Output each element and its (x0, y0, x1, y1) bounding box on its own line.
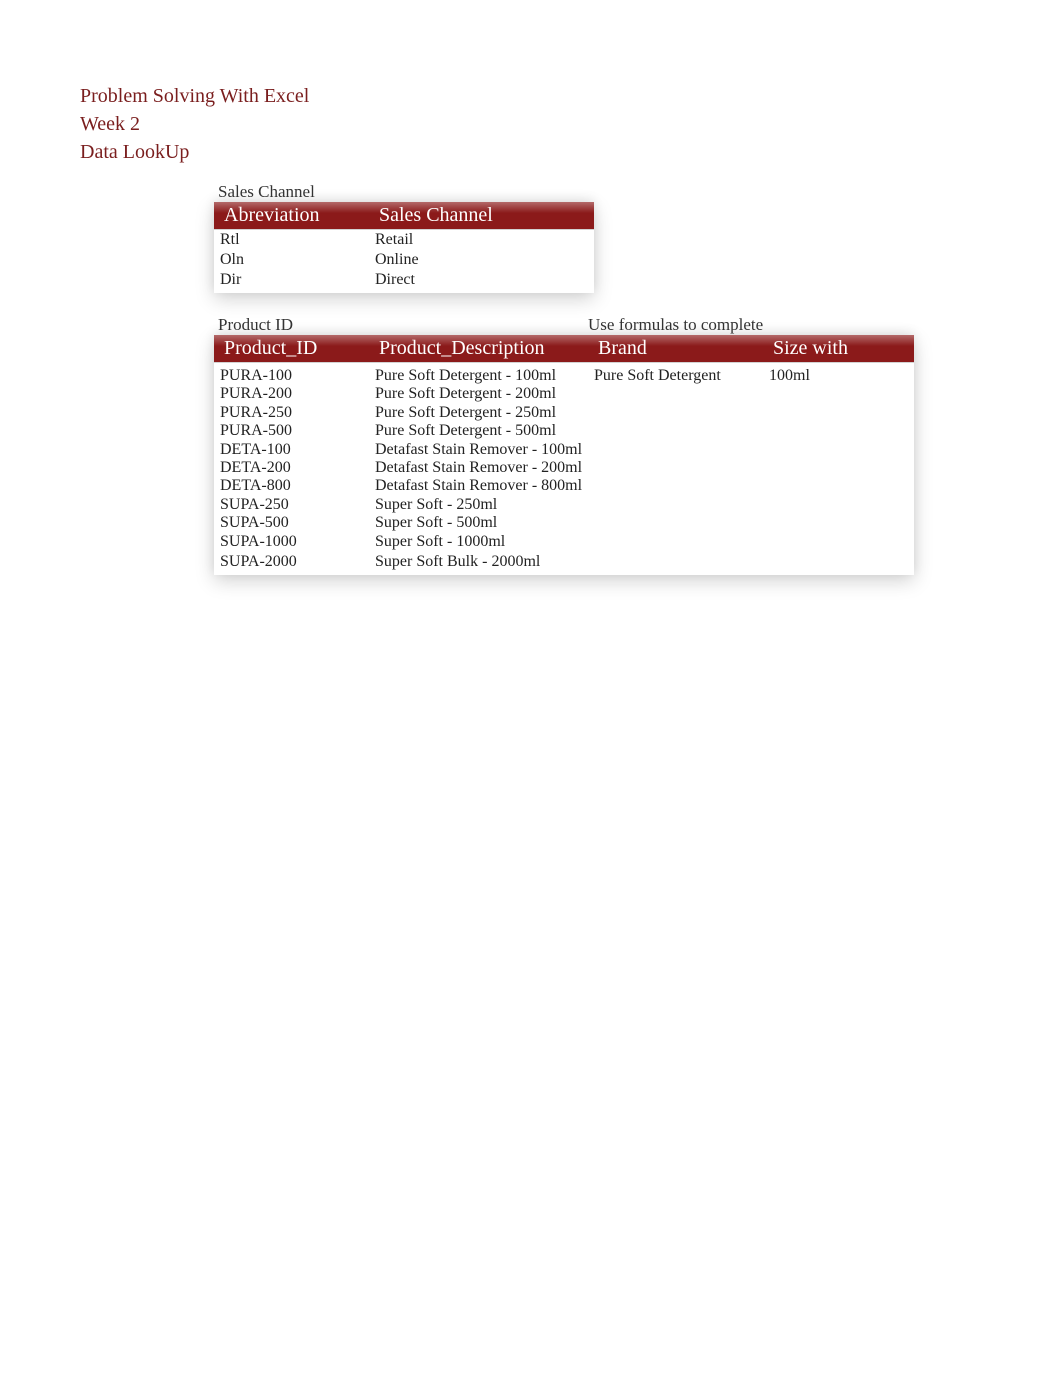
sc-header-abbreviation: Abreviation (214, 202, 369, 230)
prod-cell-desc: Super Soft Bulk - 2000ml (369, 551, 588, 575)
sales-channel-table: Abreviation Sales Channel RtlRetailOlnOn… (214, 202, 594, 293)
prod-cell-desc: Pure Soft Detergent - 100ml (369, 363, 588, 386)
table-row: SUPA-2000Super Soft Bulk - 2000ml (214, 551, 914, 575)
prod-cell-desc: Detafast Stain Remover - 800ml (369, 477, 588, 495)
prod-cell-desc: Pure Soft Detergent - 500ml (369, 422, 588, 440)
table-row: DETA-800Detafast Stain Remover - 800ml (214, 477, 914, 495)
title-line-1: Problem Solving With Excel (80, 82, 309, 110)
prod-cell-id: SUPA-250 (214, 496, 369, 514)
prod-cell-id: SUPA-2000 (214, 551, 369, 575)
sc-cell-channel: Direct (369, 270, 594, 293)
prod-cell-brand (588, 422, 763, 440)
product-body: PURA-100Pure Soft Detergent - 100mlPure … (214, 363, 914, 576)
table-row: PURA-200Pure Soft Detergent - 200ml (214, 385, 914, 403)
sc-cell-abbr: Oln (214, 250, 369, 270)
prod-cell-size (763, 404, 914, 422)
prod-cell-id: SUPA-1000 (214, 533, 369, 551)
prod-cell-id: SUPA-500 (214, 514, 369, 532)
prod-cell-desc: Super Soft - 250ml (369, 496, 588, 514)
prod-cell-size: 100ml (763, 363, 914, 386)
sc-header-channel: Sales Channel (369, 202, 594, 230)
table-row: SUPA-1000Super Soft - 1000ml (214, 533, 914, 551)
product-id-label: Product ID (214, 315, 588, 335)
prod-cell-brand (588, 477, 763, 495)
prod-cell-id: PURA-100 (214, 363, 369, 386)
prod-cell-size (763, 422, 914, 440)
table-row: DirDirect (214, 270, 594, 293)
table-row: DETA-100Detafast Stain Remover - 100ml (214, 441, 914, 459)
table-row: DETA-200Detafast Stain Remover - 200ml (214, 459, 914, 477)
prod-cell-size (763, 551, 914, 575)
prod-cell-desc: Detafast Stain Remover - 100ml (369, 441, 588, 459)
prod-cell-brand: Pure Soft Detergent (588, 363, 763, 386)
product-section: Product ID Use formulas to complete Prod… (214, 315, 914, 575)
table-row: OlnOnline (214, 250, 594, 270)
prod-header-brand: Brand (588, 335, 763, 363)
sc-cell-channel: Online (369, 250, 594, 270)
prod-header-desc: Product_Description (369, 335, 588, 363)
prod-cell-size (763, 496, 914, 514)
prod-cell-size (763, 514, 914, 532)
product-top-labels: Product ID Use formulas to complete (214, 315, 914, 335)
prod-cell-desc: Super Soft - 500ml (369, 514, 588, 532)
product-table: Product_ID Product_Description Brand Siz… (214, 335, 914, 575)
prod-cell-brand (588, 385, 763, 403)
prod-cell-brand (588, 441, 763, 459)
sales-channel-body: RtlRetailOlnOnlineDirDirect (214, 230, 594, 294)
prod-header-size: Size with (763, 335, 914, 363)
prod-cell-brand (588, 533, 763, 551)
sc-cell-abbr: Rtl (214, 230, 369, 251)
page-titles: Problem Solving With Excel Week 2 Data L… (80, 82, 309, 166)
prod-cell-size (763, 533, 914, 551)
prod-cell-desc: Pure Soft Detergent - 200ml (369, 385, 588, 403)
table-row: SUPA-250Super Soft - 250ml (214, 496, 914, 514)
sc-cell-channel: Retail (369, 230, 594, 251)
product-formula-label: Use formulas to complete (588, 315, 763, 335)
prod-cell-brand (588, 459, 763, 477)
prod-cell-id: PURA-200 (214, 385, 369, 403)
prod-cell-brand (588, 551, 763, 575)
prod-cell-id: DETA-800 (214, 477, 369, 495)
prod-cell-id: PURA-250 (214, 404, 369, 422)
title-line-3: Data LookUp (80, 138, 309, 166)
table-row: PURA-250Pure Soft Detergent - 250ml (214, 404, 914, 422)
sales-channel-label: Sales Channel (214, 182, 594, 202)
prod-cell-size (763, 459, 914, 477)
prod-header-id: Product_ID (214, 335, 369, 363)
prod-cell-desc: Detafast Stain Remover - 200ml (369, 459, 588, 477)
prod-cell-desc: Pure Soft Detergent - 250ml (369, 404, 588, 422)
prod-cell-id: DETA-100 (214, 441, 369, 459)
sales-channel-section: Sales Channel Abreviation Sales Channel … (214, 182, 594, 293)
prod-cell-brand (588, 514, 763, 532)
prod-cell-id: DETA-200 (214, 459, 369, 477)
table-row: SUPA-500Super Soft - 500ml (214, 514, 914, 532)
prod-cell-size (763, 441, 914, 459)
table-row: PURA-100Pure Soft Detergent - 100mlPure … (214, 363, 914, 386)
prod-cell-id: PURA-500 (214, 422, 369, 440)
prod-cell-size (763, 385, 914, 403)
prod-cell-brand (588, 496, 763, 514)
table-row: PURA-500Pure Soft Detergent - 500ml (214, 422, 914, 440)
prod-cell-size (763, 477, 914, 495)
table-row: RtlRetail (214, 230, 594, 251)
prod-cell-brand (588, 404, 763, 422)
sc-cell-abbr: Dir (214, 270, 369, 293)
prod-cell-desc: Super Soft - 1000ml (369, 533, 588, 551)
title-line-2: Week 2 (80, 110, 309, 138)
